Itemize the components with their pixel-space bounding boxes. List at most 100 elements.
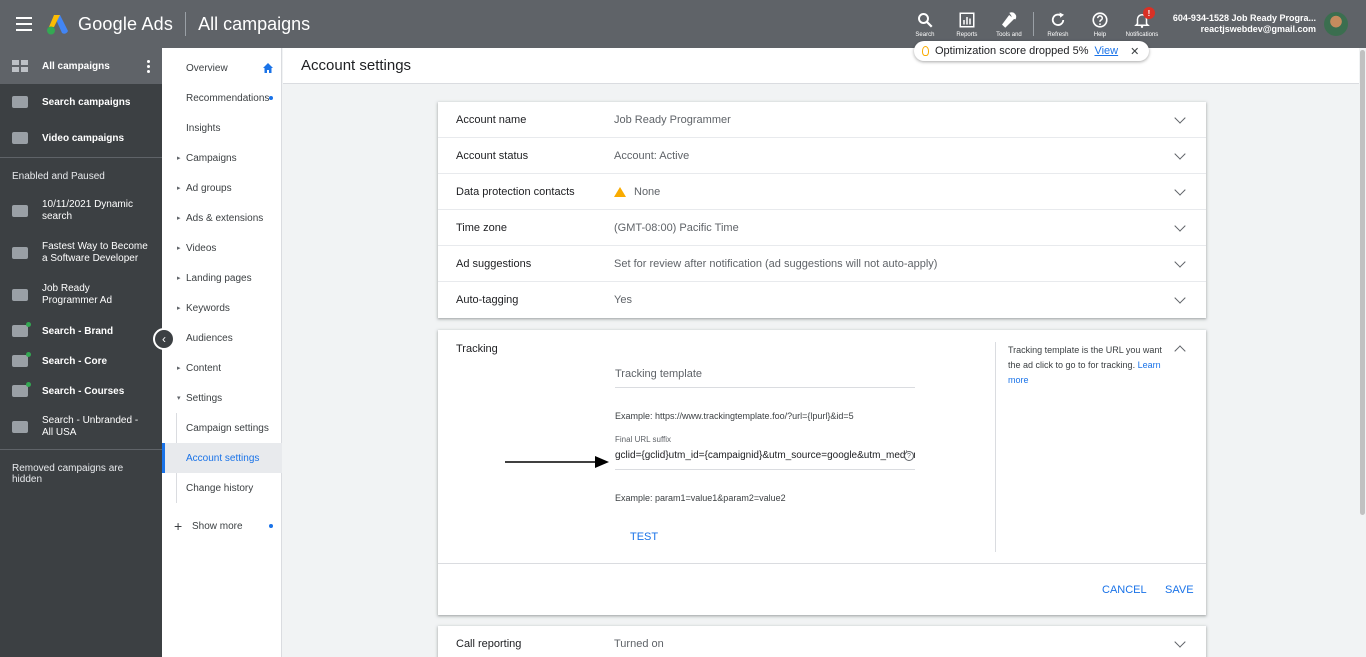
nav-campaign[interactable]: Search - Brand <box>0 322 125 337</box>
help-circle-icon[interactable]: ? <box>904 451 914 461</box>
tracking-example: Example: https://www.trackingtemplate.fo… <box>615 411 854 421</box>
video-campaign-icon <box>12 289 28 301</box>
close-icon[interactable]: ✕ <box>1130 45 1139 58</box>
nav-video-campaigns[interactable]: Video campaigns <box>0 128 136 148</box>
save-button[interactable]: SAVE <box>1165 584 1194 596</box>
menu-audiences[interactable]: Audiences <box>162 323 282 353</box>
annotation-arrow <box>505 456 609 468</box>
menu-label: Keywords <box>186 302 230 314</box>
setting-row-account-status[interactable]: Account status Account: Active <box>438 138 1206 174</box>
nav-campaign[interactable]: Fastest Way to Become a Software Develop… <box>0 241 162 265</box>
warning-icon <box>614 186 626 197</box>
setting-label: Account name <box>456 113 527 126</box>
chevron-down-icon[interactable] <box>1174 112 1186 124</box>
chevron-down-icon[interactable] <box>1174 184 1186 196</box>
search-campaign-icon <box>12 322 31 337</box>
menu-landing-pages[interactable]: ▸ Landing pages <box>162 263 282 293</box>
final-url-suffix-input[interactable]: gclid={gclid}utm_id={campaignid}&utm_sou… <box>615 448 915 470</box>
home-icon <box>263 63 273 73</box>
nav-campaign[interactable]: 10/11/2021 Dynamic search <box>0 199 162 223</box>
chevron-down-icon[interactable] <box>1174 636 1186 648</box>
menu-content[interactable]: ▸ Content <box>162 353 282 383</box>
page-scrollbar[interactable] <box>1359 48 1366 657</box>
collapse-nav-button[interactable]: ‹ <box>153 328 175 350</box>
tracking-label: Tracking <box>456 343 498 355</box>
plus-icon: + <box>174 518 183 534</box>
help-icon <box>1092 11 1108 28</box>
view-link[interactable]: View <box>1094 45 1118 57</box>
setting-row-account-name[interactable]: Account name Job Ready Programmer <box>438 102 1206 138</box>
nav-all-campaigns[interactable]: All campaigns <box>0 48 162 84</box>
nav-campaign[interactable]: Job Ready Programmer Ad <box>0 283 162 307</box>
setting-label: Ad suggestions <box>456 257 532 270</box>
setting-row-auto-tagging[interactable]: Auto-tagging Yes <box>438 282 1206 318</box>
settings-card: Account name Job Ready Programmer Accoun… <box>438 102 1206 318</box>
call-reporting-card: Call reporting Turned on <box>438 626 1206 657</box>
nav-label: Video campaigns <box>42 132 125 144</box>
menu-insights[interactable]: Insights <box>162 113 282 143</box>
menu-campaign-settings[interactable]: Campaign settings <box>162 413 282 443</box>
chevron-down-icon[interactable] <box>1174 148 1186 160</box>
chevron-down-icon[interactable] <box>1174 256 1186 268</box>
top-bar: Google Ads All campaigns Search Reports … <box>0 0 1366 48</box>
menu-label: Change history <box>186 482 254 494</box>
setting-value: (GMT-08:00) Pacific Time <box>614 221 739 234</box>
tool-label: Search <box>915 31 935 38</box>
setting-row-data-protection[interactable]: Data protection contacts None <box>438 174 1206 210</box>
setting-row-ad-suggestions[interactable]: Ad suggestions Set for review after noti… <box>438 246 1206 282</box>
cancel-button[interactable]: CANCEL <box>1102 584 1147 596</box>
setting-value: Turned on <box>614 638 664 650</box>
chevron-up-icon[interactable] <box>1174 345 1186 357</box>
menu-overview[interactable]: Overview <box>162 53 282 83</box>
account-info[interactable]: 604-934-1528 Job Ready Progra... reactjs… <box>1173 13 1316 35</box>
menu-icon[interactable] <box>0 0 48 48</box>
avatar[interactable] <box>1324 12 1348 36</box>
content-header: Account settings <box>283 48 1359 84</box>
menu-campaigns[interactable]: ▸ Campaigns <box>162 143 282 173</box>
setting-label: Auto-tagging <box>456 294 519 306</box>
brand-name: Google Ads <box>78 13 174 34</box>
removed-note: Removed campaigns are hidden <box>12 463 124 485</box>
nav-campaign[interactable]: Search - Core <box>0 352 119 367</box>
menu-change-history[interactable]: Change history <box>162 473 282 503</box>
chevron-down-icon[interactable] <box>1174 220 1186 232</box>
menu-label: Recommendations <box>186 92 270 104</box>
menu-label: Campaigns <box>186 152 237 164</box>
setting-row-time-zone[interactable]: Time zone (GMT-08:00) Pacific Time <box>438 210 1206 246</box>
nav-search-campaigns[interactable]: Search campaigns <box>0 92 142 112</box>
menu-label: Videos <box>186 242 217 254</box>
search-campaign-icon <box>12 382 31 397</box>
menu-ad-groups[interactable]: ▸ Ad groups <box>162 173 282 203</box>
menu-settings[interactable]: ▾ Settings <box>162 383 282 413</box>
menu-ads[interactable]: ▸ Ads & extensions <box>162 203 282 233</box>
tool-label: Reports <box>956 31 978 38</box>
setting-value: None <box>614 186 660 198</box>
menu-account-settings[interactable]: Account settings <box>162 443 282 473</box>
menu-keywords[interactable]: ▸ Keywords <box>162 293 282 323</box>
campaign-label: 10/11/2021 Dynamic search <box>42 199 133 222</box>
page-name[interactable]: All campaigns <box>198 14 310 35</box>
more-vert-icon[interactable] <box>147 59 150 74</box>
setting-value: Set for review after notification (ad su… <box>614 257 938 270</box>
tool-label: Tools and <box>996 31 1022 38</box>
tracking-template-input[interactable]: Tracking template <box>615 362 915 388</box>
campaign-label: Search - Brand <box>42 325 114 337</box>
nav-campaign[interactable]: Search - Unbranded - All USA <box>0 415 162 439</box>
search-campaign-icon <box>12 421 28 433</box>
setting-label: Time zone <box>456 221 507 234</box>
chevron-down-icon[interactable] <box>1174 292 1186 304</box>
menu-recommendations[interactable]: Recommendations <box>162 83 282 113</box>
account-line1: 604-934-1528 Job Ready Progra... <box>1172 13 1316 23</box>
notification-badge: ! <box>1142 7 1155 19</box>
menu-show-more[interactable]: + Show more <box>162 511 282 541</box>
setting-value: Account: Active <box>614 149 690 162</box>
search-icon <box>917 12 933 28</box>
menu-label: Ad groups <box>186 182 232 194</box>
test-button[interactable]: TEST <box>630 531 658 543</box>
menu-videos[interactable]: ▸ Videos <box>162 233 282 263</box>
search-campaign-icon <box>12 352 31 367</box>
nav-campaign[interactable]: Search - Courses <box>0 382 136 397</box>
setting-row-call-reporting[interactable]: Call reporting Turned on <box>438 626 1206 657</box>
setting-value: Yes <box>614 294 632 306</box>
nav-label: All campaigns <box>42 60 110 72</box>
